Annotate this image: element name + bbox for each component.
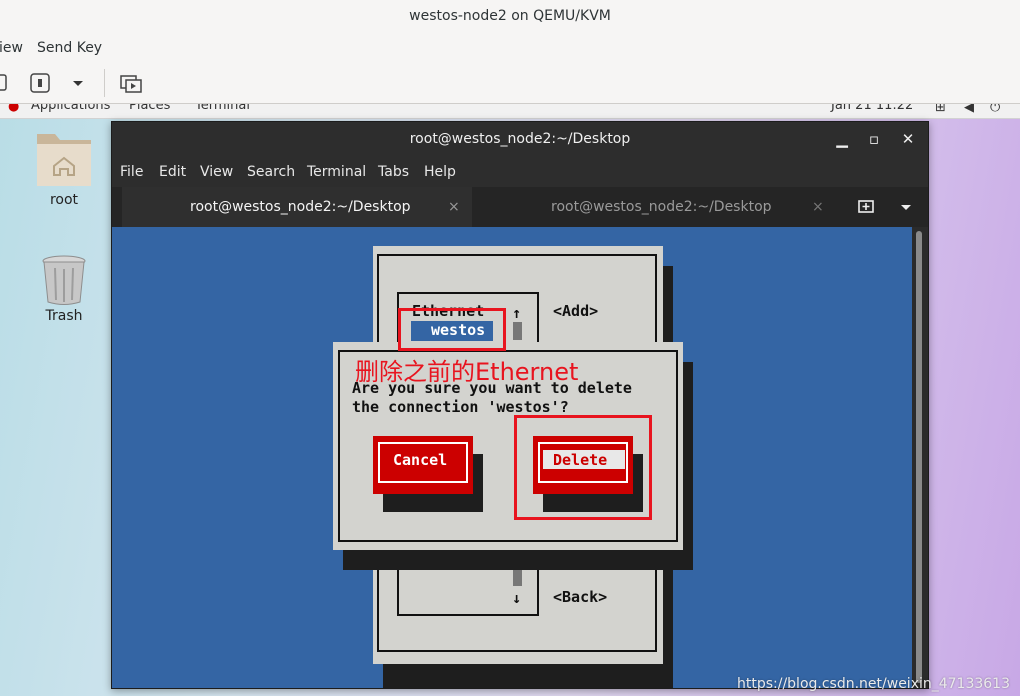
desktop-icon-label: Trash — [45, 308, 83, 324]
clock[interactable]: Jan 21 11:22 — [831, 104, 913, 113]
tab-inactive[interactable]: root@westos_node2:~/Desktop × — [474, 187, 834, 227]
menu-file[interactable]: File — [120, 164, 143, 180]
home-folder-icon — [37, 134, 91, 186]
desktop-icon-root[interactable]: root — [24, 130, 104, 220]
dialog-line-2: the connection 'westos'? — [352, 398, 569, 416]
tab-menu-button[interactable] — [892, 187, 920, 227]
places-menu[interactable]: Places — [129, 104, 170, 113]
usb-button[interactable] — [28, 71, 52, 95]
terminal-scroll-thumb[interactable] — [916, 231, 922, 683]
vm-menu-send-key[interactable]: Send Key — [37, 40, 102, 56]
network-icon[interactable]: ⊞ — [935, 104, 946, 115]
minimize-button[interactable]: ▁ — [826, 122, 858, 157]
list-scroll-thumb-bottom — [513, 568, 522, 586]
menu-tabs[interactable]: Tabs — [378, 164, 409, 180]
terminal-window[interactable]: root@westos_node2:~/Desktop ▁ ▫ ✕ File E… — [111, 121, 929, 689]
terminal-title: root@westos_node2:~/Desktop — [112, 122, 928, 157]
menu-terminal[interactable]: Terminal — [307, 164, 366, 180]
display-icon — [0, 74, 7, 91]
toolbar-divider — [104, 69, 105, 97]
power-icon[interactable]: ⏻ — [990, 104, 1000, 115]
menu-view[interactable]: View — [200, 164, 233, 180]
guest-screen[interactable]: ● Applications Places Terminal Jan 21 11… — [0, 104, 1020, 696]
usb-icon — [30, 73, 50, 93]
back-button[interactable]: <Back> — [553, 588, 607, 606]
redhat-icon: ● — [8, 104, 20, 114]
cancel-button[interactable]: Cancel — [373, 436, 473, 494]
tab-label: root@westos_node2:~/Desktop — [551, 199, 772, 215]
vm-toolbar — [0, 63, 1020, 104]
highlight-box-westos — [398, 308, 506, 351]
chevron-down-icon — [73, 81, 83, 86]
applications-menu[interactable]: Applications — [31, 104, 110, 113]
terminal-menubar: File Edit View Search Terminal Tabs Help — [112, 157, 928, 187]
terminal-tabbar: root@westos_node2:~/Desktop × root@westo… — [112, 187, 928, 229]
new-tab-button[interactable] — [852, 187, 880, 227]
watermark: https://blog.csdn.net/weixin_47133613 — [736, 676, 1010, 692]
fullscreen-button[interactable] — [119, 71, 143, 95]
scroll-up-arrow[interactable]: ↑ — [512, 304, 521, 322]
screenshot-button[interactable] — [0, 71, 10, 95]
highlight-box-delete — [514, 415, 652, 520]
menu-help[interactable]: Help — [424, 164, 456, 180]
close-icon[interactable]: × — [448, 187, 460, 227]
terminal-scrollbar[interactable] — [912, 227, 928, 688]
tab-active[interactable]: root@westos_node2:~/Desktop × — [122, 187, 472, 229]
list-scroll-thumb[interactable] — [513, 322, 522, 340]
terminal-content[interactable]: Ethernet westos ↑ ↓ <Add> <Back> Are you… — [112, 227, 912, 688]
new-tab-icon — [858, 200, 874, 213]
annotation-text: 删除之前的Ethernet — [355, 358, 579, 386]
maximize-button[interactable]: ▫ — [858, 122, 890, 157]
dropdown-button[interactable] — [66, 71, 90, 95]
vm-window-title: westos-node2 on QEMU/KVM — [0, 0, 1020, 35]
desktop-icon-label: root — [49, 192, 79, 208]
scroll-down-arrow[interactable]: ↓ — [512, 589, 521, 607]
tab-label: root@westos_node2:~/Desktop — [190, 199, 411, 215]
gnome-top-bar: ● Applications Places Terminal Jan 21 11… — [0, 104, 1020, 119]
trash-icon — [42, 255, 86, 305]
close-button[interactable]: ✕ — [892, 122, 924, 157]
vm-menu-view[interactable]: iew — [0, 40, 23, 56]
fullscreen-icon — [120, 75, 142, 93]
vm-menubar: iew Send Key — [0, 34, 1020, 63]
menu-edit[interactable]: Edit — [159, 164, 186, 180]
terminal-app-menu[interactable]: Terminal — [195, 104, 250, 113]
cancel-label: Cancel — [393, 451, 448, 469]
close-icon[interactable]: × — [812, 187, 824, 227]
add-button[interactable]: <Add> — [553, 302, 598, 320]
volume-icon[interactable]: ◀ — [964, 104, 974, 115]
desktop-icon-trash[interactable]: Trash — [24, 252, 104, 332]
menu-search[interactable]: Search — [247, 164, 295, 180]
chevron-down-icon — [901, 205, 911, 210]
